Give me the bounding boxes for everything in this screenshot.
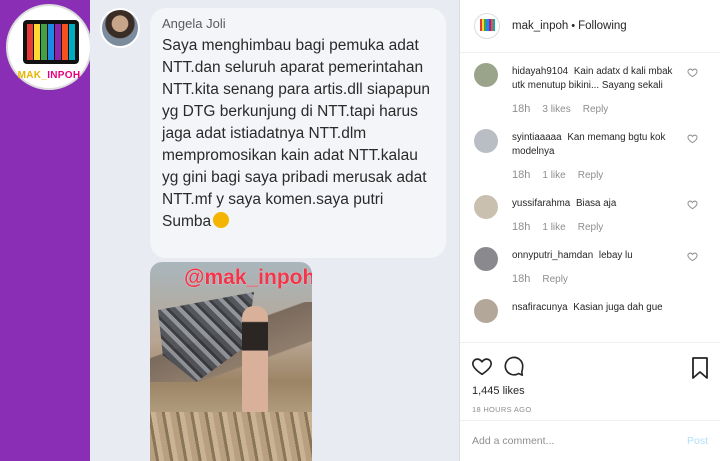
post-image: MAK_INPOH Angela Joli Saya menghimbau ba… (0, 0, 460, 461)
tv-logo-icon (480, 19, 495, 31)
post-comment-button[interactable]: Post (687, 435, 708, 447)
comment-text: lebay lu (598, 250, 633, 261)
reply-button[interactable]: Reply (578, 222, 604, 233)
tv-stripe (48, 24, 54, 60)
tv-stripe (41, 24, 47, 60)
comment-likes[interactable]: 3 likes (542, 104, 570, 115)
comment-likes[interactable]: 1 like (542, 222, 565, 233)
tv-stripe (69, 24, 75, 60)
comment-avatar[interactable] (474, 63, 498, 87)
logo-text: MAK_INPOH (17, 70, 81, 81)
comment-avatar[interactable] (474, 129, 498, 153)
comments-list[interactable]: hidayah9104 Kain adatx d kali mbak utk m… (460, 53, 720, 342)
comment-avatar[interactable] (474, 247, 498, 271)
tv-logo-icon (23, 20, 79, 64)
comment-meta: 18h 3 likes Reply (512, 103, 684, 115)
comment-icon[interactable] (503, 355, 525, 377)
post-actions: 1,445 likes 18 HOURS AGO (460, 342, 720, 420)
heart-icon[interactable] (687, 251, 698, 262)
comment-time[interactable]: 18h (512, 103, 530, 115)
following-button[interactable]: Following (578, 20, 627, 32)
post-header: mak_inpoh • Following (460, 0, 720, 53)
bookmark-icon[interactable] (691, 357, 709, 379)
comment-username[interactable]: onnyputri_hamdan (512, 250, 593, 261)
comment-username[interactable]: nsafiracunya (512, 302, 568, 313)
comment-body: nsafiracunya Kasian juga dah gue (512, 299, 684, 315)
post-side-panel: mak_inpoh • Following hidayah9104 Kain a… (460, 0, 720, 461)
comment-bubble: Angela Joli Saya menghimbau bagi pemuka … (150, 8, 446, 258)
comment-item: syintiaaaaa Kan memang bgtu kok modelnya… (460, 129, 720, 181)
add-comment-bar: Post (460, 420, 720, 461)
screenshot-comment-area: Angela Joli Saya menghimbau bagi pemuka … (90, 0, 459, 461)
header-separator: • (571, 20, 576, 32)
driftwood (150, 412, 312, 461)
mak-inpoh-logo: MAK_INPOH (6, 4, 92, 90)
comment-body: syintiaaaaa Kan memang bgtu kok modelnya (512, 129, 684, 159)
owner-username[interactable]: mak_inpoh (512, 20, 568, 32)
comment-meta: 18h Reply (512, 273, 684, 285)
person-figure (242, 306, 268, 416)
clapping-emoji-icon (213, 212, 230, 228)
beach-photo: @mak_inpoh (150, 262, 312, 461)
comment-text: Kasian juga dah gue (573, 302, 663, 313)
comment-item: hidayah9104 Kain adatx d kali mbak utk m… (460, 63, 720, 115)
comment-username[interactable]: hidayah9104 (512, 66, 568, 77)
comment-item: yussifarahma Biasa aja 18h 1 like Reply (460, 195, 720, 233)
watermark: @mak_inpoh (184, 266, 312, 289)
likes-count[interactable]: 1,445 likes (472, 385, 525, 397)
screenshot-comment-text: Saya menghimbau bagi pemuka adat NTT.dan… (162, 37, 430, 230)
heart-icon[interactable] (687, 67, 698, 78)
comment-meta: 18h 1 like Reply (512, 169, 684, 181)
reply-button[interactable]: Reply (542, 274, 568, 285)
comment-meta: 18h 1 like Reply (512, 221, 684, 233)
comment-body: onnyputri_hamdan lebay lu (512, 247, 684, 263)
comment-time[interactable]: 18h (512, 273, 530, 285)
comment-avatar[interactable] (474, 299, 498, 323)
comment-item: onnyputri_hamdan lebay lu 18h Reply (460, 247, 720, 285)
reply-button[interactable]: Reply (583, 104, 609, 115)
commenter-name: Angela Joli (162, 16, 226, 31)
comment-time[interactable]: 18h (512, 221, 530, 233)
heart-icon[interactable] (471, 355, 493, 377)
reply-button[interactable]: Reply (578, 170, 604, 181)
comment-input[interactable] (472, 435, 687, 447)
comment-username[interactable]: yussifarahma (512, 198, 570, 209)
tv-stripe (55, 24, 61, 60)
comment-time[interactable]: 18h (512, 169, 530, 181)
tv-stripe (34, 24, 40, 60)
owner-avatar[interactable] (474, 13, 500, 39)
comment-body: yussifarahma Biasa aja (512, 195, 684, 211)
tv-stripe (27, 24, 33, 60)
post-timestamp[interactable]: 18 HOURS AGO (472, 405, 531, 414)
tv-stripe (492, 19, 495, 31)
comment-avatar[interactable] (474, 195, 498, 219)
heart-icon[interactable] (687, 199, 698, 210)
commenter-avatar (100, 8, 140, 48)
comment-username[interactable]: syintiaaaaa (512, 132, 562, 143)
comment-text: Biasa aja (576, 198, 617, 209)
heart-icon[interactable] (687, 133, 698, 144)
comment-likes[interactable]: 1 like (542, 170, 565, 181)
tv-stripe (62, 24, 68, 60)
comment-item: nsafiracunya Kasian juga dah gue (460, 299, 720, 323)
comment-body: hidayah9104 Kain adatx d kali mbak utk m… (512, 63, 684, 93)
